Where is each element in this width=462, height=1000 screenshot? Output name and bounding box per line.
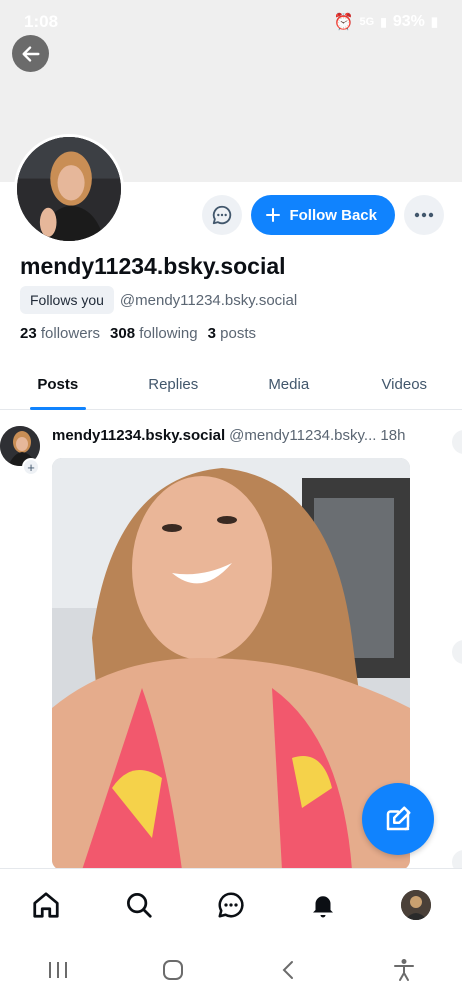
profile-stats: 23 followers 308 following 3 posts — [20, 325, 256, 342]
following-count: 308 — [110, 325, 136, 342]
follow-back-label: Follow Back — [289, 206, 377, 224]
profile-tabs: Posts Replies Media Videos — [0, 362, 462, 410]
system-navigation — [0, 940, 462, 1000]
chevron-left-icon — [282, 961, 293, 979]
compose-button[interactable] — [362, 783, 434, 855]
tab-replies[interactable]: Replies — [116, 362, 232, 409]
ellipsis-icon — [414, 212, 434, 218]
profile-actions: Follow Back — [202, 195, 444, 235]
alarm-icon: ⏰ — [333, 14, 354, 31]
nav-search[interactable] — [117, 883, 161, 927]
more-options-button[interactable] — [404, 195, 444, 235]
status-bar: 1:08 ⏰ 5G ▮ 93% ▮ — [0, 0, 462, 44]
profile-avatar[interactable] — [14, 134, 124, 244]
posts-count: 3 — [207, 325, 216, 342]
edge-decoration — [452, 430, 462, 454]
signal-icon: ▮ — [380, 15, 387, 29]
battery-label: 93% — [392, 13, 425, 30]
posts-label: posts — [220, 325, 256, 342]
home-system-button[interactable] — [151, 948, 195, 992]
following-label: following — [139, 325, 198, 342]
arrow-left-icon — [21, 45, 40, 62]
status-time: 1:08 — [24, 12, 59, 31]
follows-row: Follows you @mendy11234.bsky.social — [20, 286, 297, 314]
post-author-handle: @mendy11234.bsky... — [229, 427, 377, 444]
post-author-avatar[interactable]: + — [0, 426, 40, 476]
follows-you-badge: Follows you — [20, 286, 114, 314]
accessibility-button[interactable] — [382, 948, 426, 992]
tab-media[interactable]: Media — [231, 362, 347, 409]
nav-profile[interactable] — [394, 883, 438, 927]
avatar — [400, 889, 431, 920]
back-system-button[interactable] — [267, 948, 311, 992]
recent-apps-icon — [48, 962, 67, 978]
avatar-photo — [17, 137, 121, 241]
posts-stat: 3 posts — [208, 325, 256, 342]
bottom-navigation — [0, 868, 462, 940]
message-button[interactable] — [202, 195, 243, 235]
following-stat[interactable]: 308 following — [110, 325, 198, 342]
accessibility-icon — [394, 959, 415, 981]
tab-videos[interactable]: Videos — [347, 362, 462, 409]
post-author-name[interactable]: mendy11234.bsky.social — [52, 427, 225, 444]
plus-icon — [266, 208, 281, 222]
nav-home[interactable] — [24, 883, 68, 927]
post-photo — [52, 458, 410, 870]
profile-display-name: mendy11234.bsky.social — [20, 253, 286, 279]
post-image[interactable] — [52, 458, 410, 870]
bell-icon — [313, 895, 334, 917]
edge-decoration — [452, 640, 462, 664]
followers-label: followers — [40, 325, 101, 342]
network-label: 5G — [359, 16, 375, 28]
post-header: mendy11234.bsky.social @mendy11234.bsky.… — [52, 427, 405, 444]
follow-back-button[interactable]: Follow Back — [251, 195, 395, 235]
profile-handle: @mendy11234.bsky.social — [119, 291, 298, 309]
follow-plus-icon[interactable]: + — [22, 458, 40, 476]
followers-count: 23 — [20, 325, 37, 342]
back-button[interactable] — [12, 35, 49, 72]
nav-notifications[interactable] — [301, 883, 345, 927]
chat-icon — [218, 891, 244, 917]
search-icon — [126, 892, 152, 918]
followers-stat[interactable]: 23 followers — [20, 325, 100, 342]
tab-posts[interactable]: Posts — [0, 362, 116, 409]
chat-bubble-icon — [213, 205, 232, 225]
nav-chat[interactable] — [209, 883, 253, 927]
compose-icon — [386, 806, 411, 831]
recent-apps-button[interactable] — [36, 948, 80, 992]
battery-icon: ▮ — [430, 14, 438, 29]
post-time: 18h — [380, 427, 406, 444]
status-indicators: ⏰ 5G ▮ 93% ▮ — [334, 12, 438, 32]
home-circle-icon — [163, 960, 184, 980]
home-icon — [33, 891, 59, 918]
